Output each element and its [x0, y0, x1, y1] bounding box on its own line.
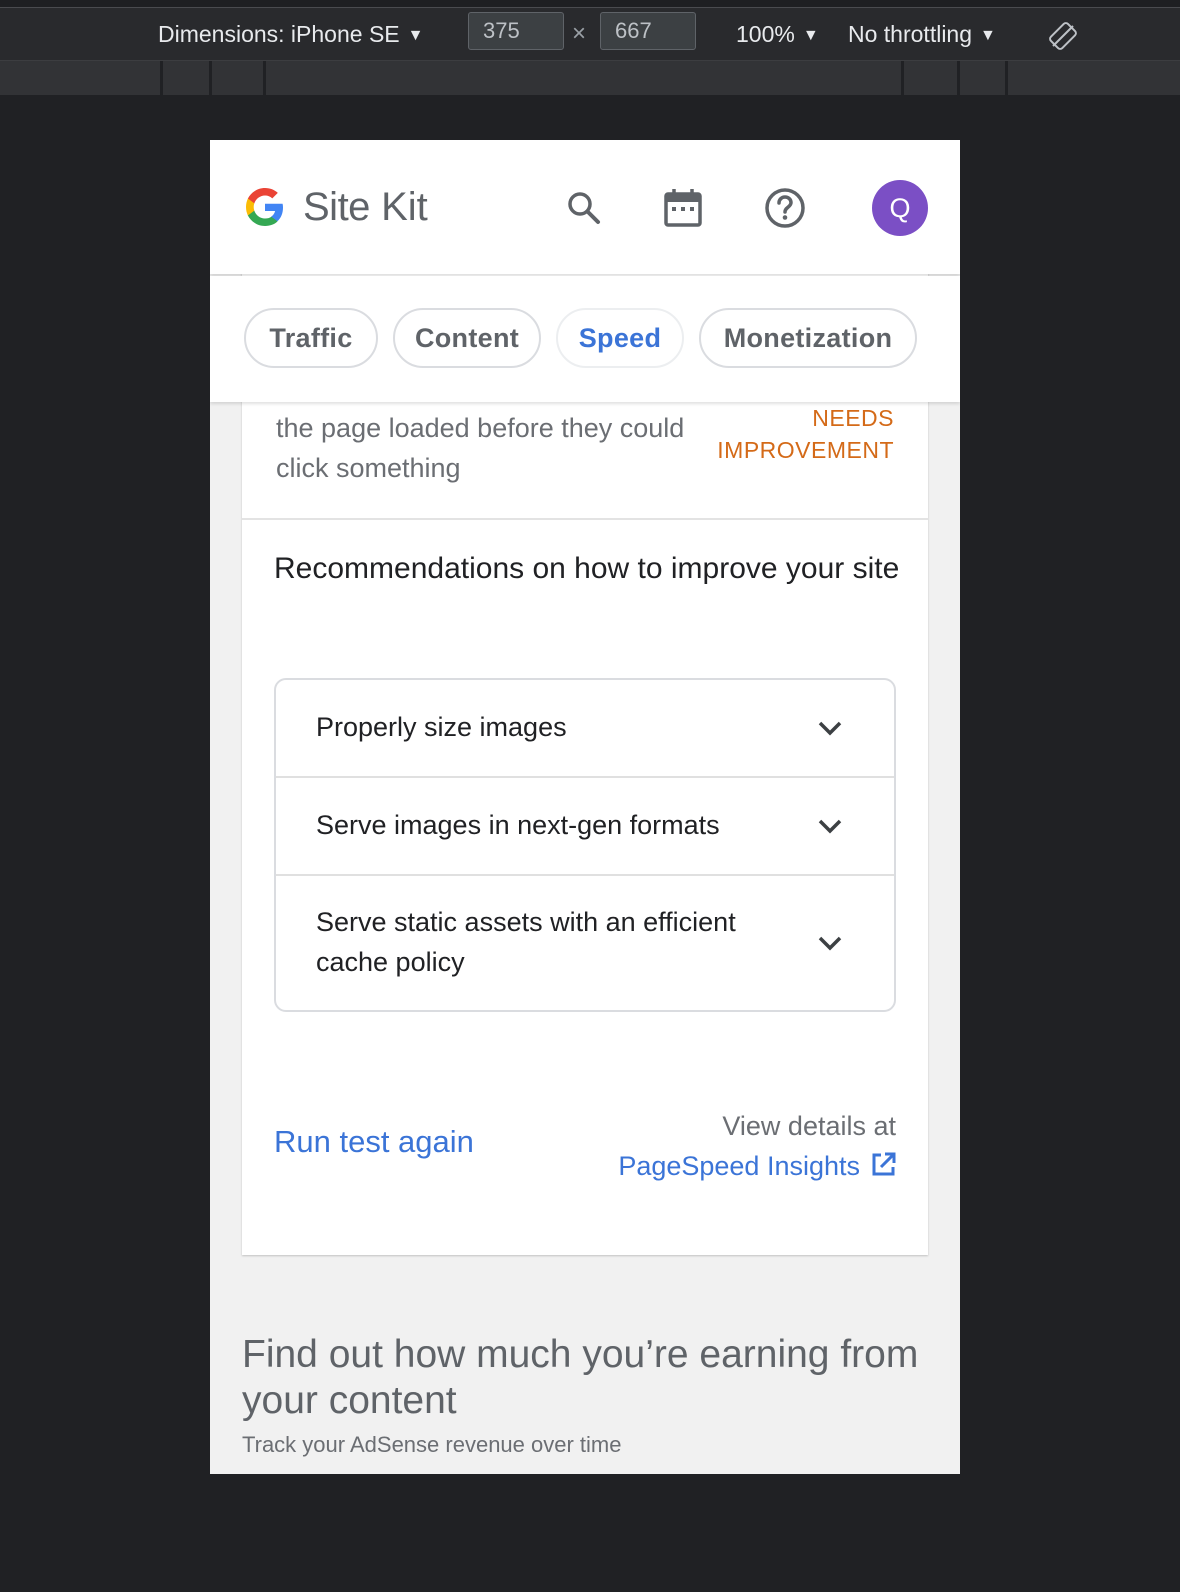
promo-subtitle: Track your AdSense revenue over time [242, 1432, 622, 1457]
brand-kit: Kit [381, 185, 428, 229]
ruler-divider [160, 61, 163, 95]
accordion-item[interactable]: Serve images in next-gen formats [276, 776, 894, 874]
ruler-divider [1005, 61, 1008, 95]
rotate-icon[interactable] [1049, 22, 1077, 50]
chevron-down-icon: ▼ [980, 27, 996, 44]
external-link-icon [872, 1152, 896, 1176]
throttling-label: No throttling [848, 21, 973, 47]
calendar-icon[interactable] [661, 186, 705, 230]
brand-site: Site [303, 185, 370, 229]
site-kit-brand: Site Kit [303, 182, 428, 232]
dashboard-nav-chips: Traffic Content Speed Monetization [210, 276, 960, 402]
devtools-top-edge [0, 0, 1180, 8]
site-kit-header: Site Kit Q [210, 140, 960, 274]
chevron-down-icon: ▼ [802, 27, 819, 44]
status-line-2: IMPROVEMENT [717, 437, 894, 463]
pagespeed-insights-link-label: PageSpeed Insights [618, 1151, 860, 1181]
zoom-label: 100% [736, 21, 795, 47]
divider [242, 518, 928, 520]
recommendations-title: Recommendations on how to improve your s… [274, 552, 900, 585]
metric-description: the page loaded before they could click … [276, 413, 685, 483]
device-viewport: Site Kit Q Traffic Content Speed Monetiz… [210, 140, 960, 1474]
google-g-logo-icon [246, 188, 283, 226]
times-icon: × [572, 20, 587, 47]
accordion-item-label: Properly size images [316, 712, 567, 742]
width-input[interactable]: 375 [468, 12, 564, 50]
ruler-divider [957, 61, 960, 95]
view-details-label: View details at [722, 1111, 896, 1141]
dimensions-label: Dimensions: iPhone SE [158, 21, 400, 47]
devtools-device-toolbar: Dimensions: iPhone SE ▼ 375 × 667 100% ▼ N… [0, 8, 1180, 61]
avatar[interactable]: Q [872, 180, 928, 236]
view-details: View details at PageSpeed Insights [618, 1106, 896, 1186]
chevron-down-icon: ▼ [407, 27, 424, 44]
accordion-item[interactable]: Properly size images [276, 680, 894, 776]
tab-speed[interactable]: Speed [556, 308, 684, 368]
chevron-down-icon [818, 819, 842, 834]
search-icon[interactable] [562, 186, 606, 230]
status-line-1: NEEDS [812, 405, 894, 431]
zoom-dropdown[interactable]: 100% ▼ [736, 16, 819, 52]
status-badge: NEEDS IMPROVEMENT [717, 402, 894, 466]
pagespeed-insights-link[interactable]: PageSpeed Insights [618, 1146, 896, 1186]
tab-content[interactable]: Content [393, 308, 541, 368]
throttling-dropdown[interactable]: No throttling ▼ [848, 16, 996, 52]
ruler-divider [209, 61, 212, 95]
devtools-ruler [0, 61, 1180, 95]
accordion-item-label: Serve images in next-gen formats [316, 810, 720, 840]
ruler-divider [901, 61, 904, 95]
accordion-item[interactable]: Serve static assets with an efficient ca… [276, 874, 894, 1010]
ruler-divider [263, 61, 266, 95]
height-input[interactable]: 667 [600, 12, 696, 50]
chevron-down-icon [818, 936, 842, 951]
promo-title: Find out how much you’re earning from yo… [242, 1333, 919, 1422]
recommendations-accordion: Properly size images Serve images in nex… [274, 678, 896, 1012]
chevron-down-icon [818, 721, 842, 736]
dimensions-dropdown[interactable]: Dimensions: iPhone SE ▼ [158, 16, 423, 52]
tab-monetization[interactable]: Monetization [699, 308, 917, 368]
help-icon[interactable] [763, 186, 807, 230]
tab-traffic[interactable]: Traffic [244, 308, 378, 368]
run-test-again-link[interactable]: Run test again [274, 1120, 474, 1164]
accordion-item-label: Serve static assets with an efficient ca… [316, 907, 736, 977]
